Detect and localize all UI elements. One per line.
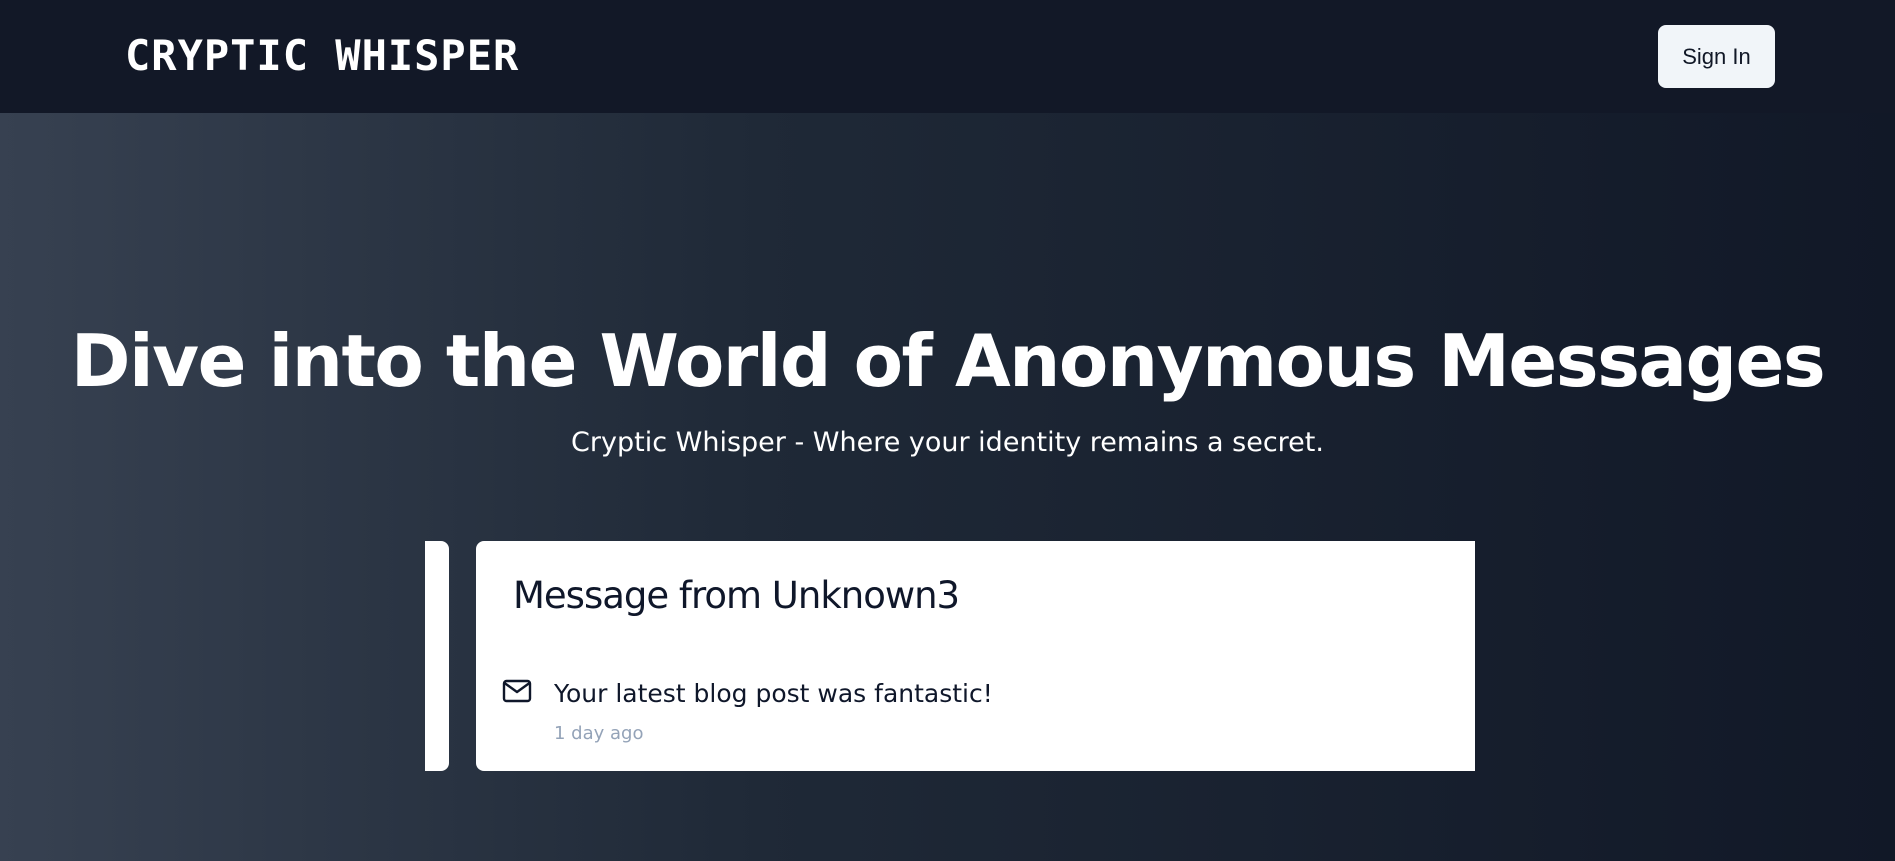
navbar: Cryptic Whisper Sign In bbox=[0, 0, 1895, 113]
hero-section: Dive into the World of Anonymous Message… bbox=[0, 113, 1895, 861]
carousel-previous-card[interactable] bbox=[425, 541, 449, 771]
hero-subtitle: Cryptic Whisper - Where your identity re… bbox=[571, 427, 1324, 458]
message-card-title: Message from Unknown3 bbox=[513, 574, 960, 617]
hero-title: Dive into the World of Anonymous Message… bbox=[70, 319, 1826, 403]
message-timestamp: 1 day ago bbox=[554, 723, 644, 744]
brand-logo[interactable]: Cryptic Whisper bbox=[125, 30, 519, 82]
message-card[interactable]: Message from Unknown3 Your latest blog p… bbox=[476, 541, 1475, 771]
message-text: Your latest blog post was fantastic! bbox=[554, 679, 993, 708]
mail-icon bbox=[502, 679, 532, 705]
sign-in-button[interactable]: Sign In bbox=[1658, 25, 1775, 88]
